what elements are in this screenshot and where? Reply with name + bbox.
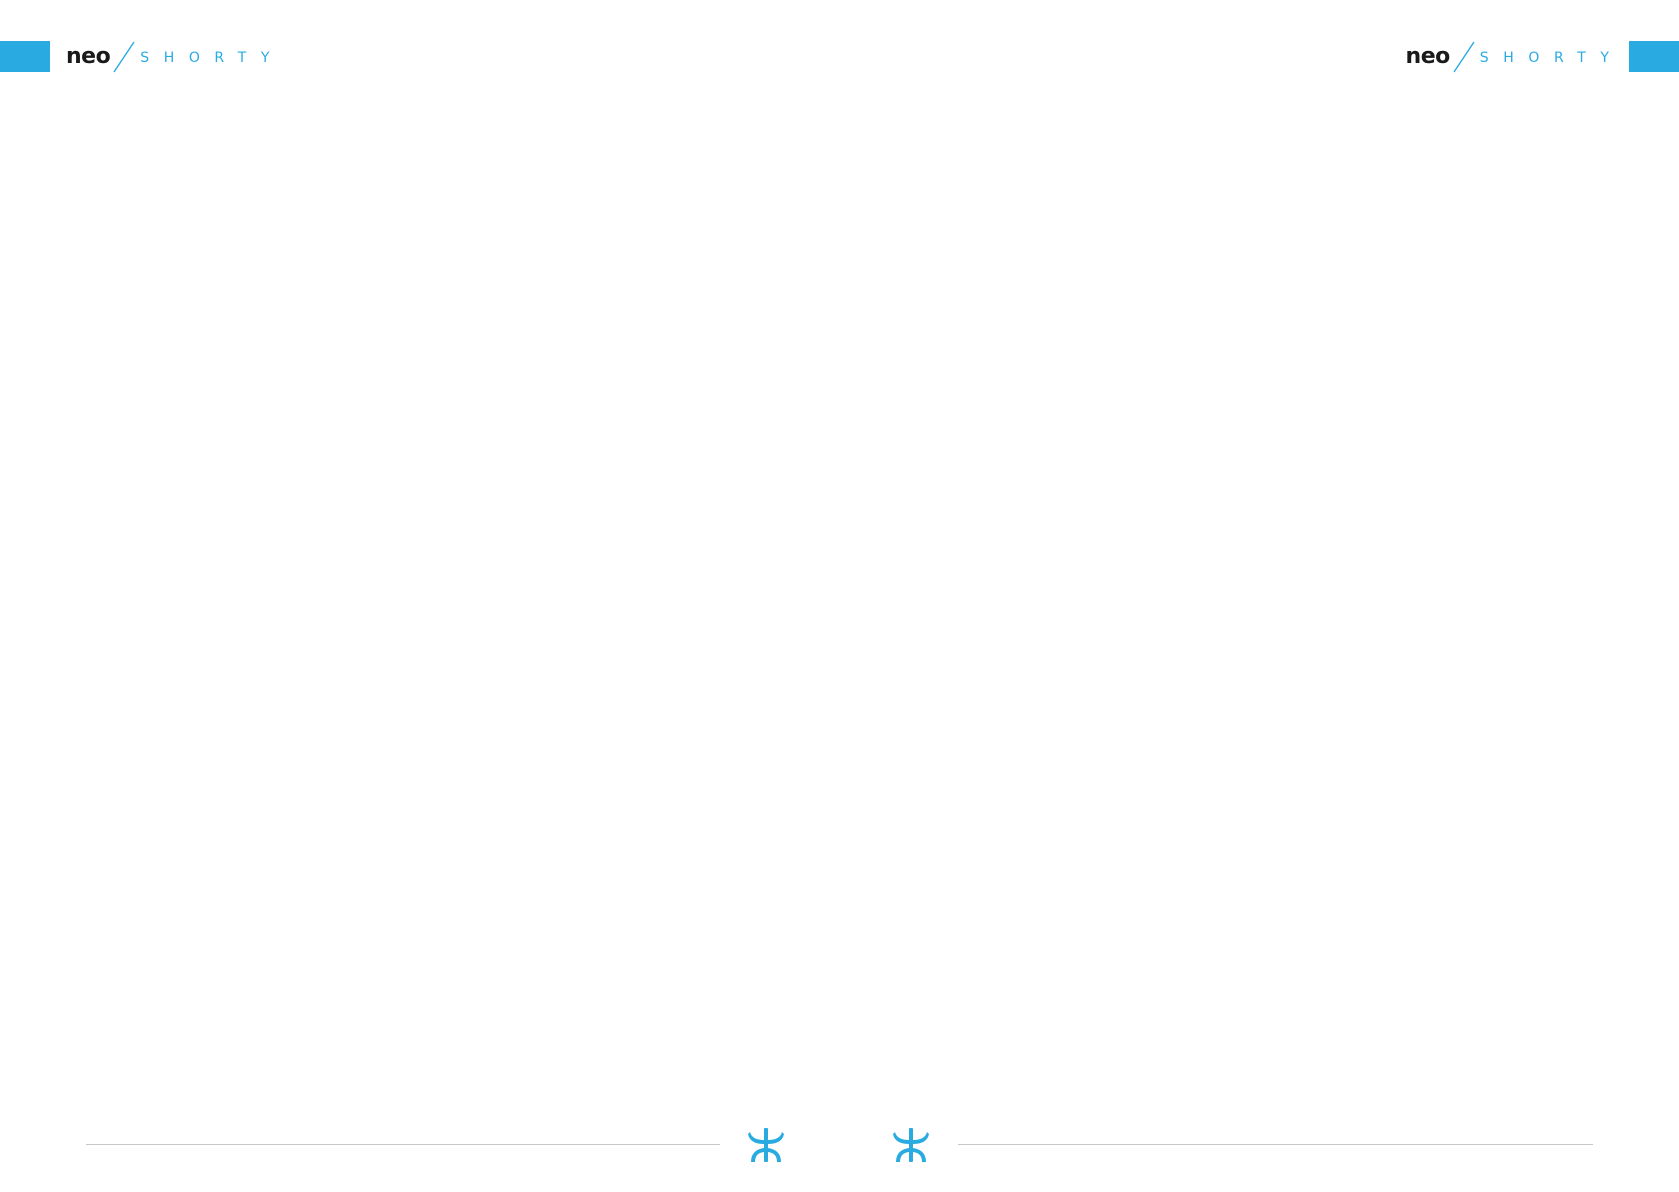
- logo-neo-text: neo: [1405, 44, 1451, 69]
- document-spread: neo SHORTY neo SHORTY: [0, 0, 1679, 1192]
- logo-slash-icon: [113, 41, 135, 73]
- left-footer-rule: [86, 1144, 720, 1145]
- right-corner-tab: [1629, 41, 1679, 72]
- logo-shorty-text: SHORTY: [1479, 50, 1624, 66]
- logo-shorty-text: SHORTY: [140, 50, 285, 66]
- logo-slash-icon: [1453, 41, 1475, 73]
- left-corner-tab: [0, 41, 50, 72]
- left-header-logo: neo SHORTY: [66, 40, 284, 74]
- right-footer-rule: [958, 1144, 1593, 1145]
- propeller-emblem-icon: [748, 1128, 784, 1162]
- propeller-emblem-icon: [893, 1128, 929, 1162]
- right-header-logo: neo SHORTY: [1406, 40, 1609, 74]
- logo-neo-text: neo: [66, 44, 111, 69]
